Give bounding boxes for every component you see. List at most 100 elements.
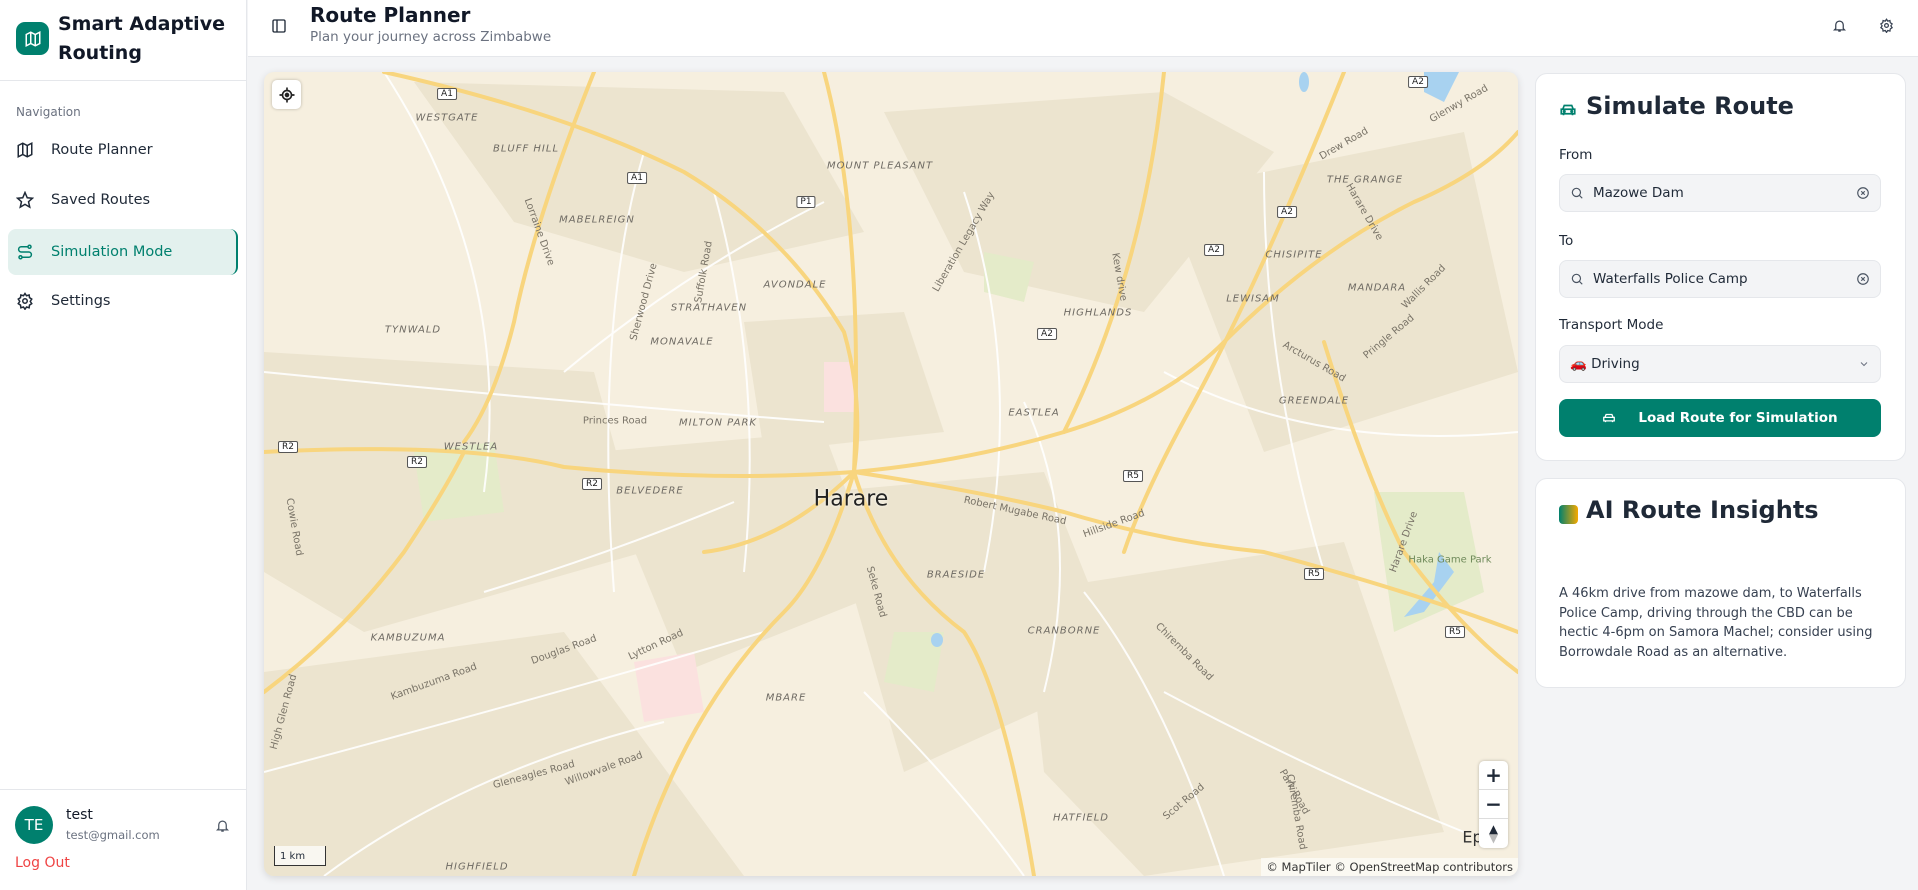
suburb-label: CRANBORNE: [1027, 625, 1101, 637]
suburb-label: AVONDALE: [763, 279, 827, 291]
geolocate-button[interactable]: [272, 80, 301, 109]
bell-icon[interactable]: [1827, 13, 1851, 37]
simulate-route-card: Simulate Route From Mazowe Dam To Waterf…: [1535, 73, 1906, 461]
suburb-label: MBARE: [765, 692, 807, 704]
logo-map-icon: [16, 22, 49, 55]
divider: [0, 789, 246, 790]
user-email: test@gmail.com: [66, 828, 160, 842]
search-icon: [1571, 273, 1583, 285]
suburb-label: BELVEDERE: [616, 485, 684, 497]
notifications-bell-icon[interactable]: [210, 813, 234, 837]
place-label: Haka Game Park: [1408, 554, 1492, 566]
sidebar-item-simulation-mode[interactable]: Simulation Mode: [8, 229, 238, 275]
suburb-label: THE GRANGE: [1326, 174, 1404, 186]
zoom-out-button[interactable]: −: [1479, 790, 1508, 819]
suburb-label: HIGHLANDS: [1063, 307, 1133, 319]
map-icon: [17, 142, 33, 158]
sidebar: Smart Adaptive Routing Navigation Route …: [0, 0, 247, 890]
suburb-label: LEWISAM: [1226, 293, 1280, 305]
car-icon: [1560, 104, 1576, 116]
transport-mode-label: Transport Mode: [1559, 317, 1664, 333]
user-name: test: [66, 807, 93, 823]
suburb-label: KAMBUZUMA: [370, 632, 446, 644]
toggle-sidebar-icon[interactable]: [267, 14, 291, 38]
road-shield: A1: [627, 172, 647, 184]
from-input[interactable]: Mazowe Dam: [1559, 174, 1881, 212]
suburb-label: WESTGATE: [415, 112, 479, 124]
clear-circle-x-icon[interactable]: [1856, 186, 1870, 200]
sidebar-item-label: Settings: [51, 293, 111, 309]
zoom-in-button[interactable]: +: [1479, 761, 1508, 790]
suburb-label: EASTLEA: [1008, 407, 1060, 419]
suburb-label: WESTLEA: [443, 441, 499, 453]
road-shield: P1: [796, 196, 816, 208]
locate-icon: [279, 87, 294, 102]
map[interactable]: WESTGATE BLUFF HILL MOUNT PLEASANT MABELREI…: [264, 72, 1518, 876]
road-shield: A1: [437, 88, 457, 100]
gear-icon: [17, 292, 33, 310]
from-value: Mazowe Dam: [1593, 185, 1684, 201]
avatar[interactable]: TE: [15, 806, 53, 844]
header: Route Planner Plan your journey across Z…: [248, 0, 1918, 57]
suburb-label: CHISIPITE: [1265, 249, 1323, 261]
ai-insights-title: AI Route Insights: [1586, 496, 1819, 524]
search-icon: [1571, 187, 1583, 199]
city-label: Harare: [813, 486, 889, 512]
chevron-down-icon: [1860, 362, 1868, 367]
road-shield: R5: [1445, 626, 1465, 638]
road-shield: A2: [1408, 76, 1428, 88]
road-shield: R2: [407, 456, 427, 468]
suburb-label: BLUFF HILL: [492, 143, 560, 155]
scale-bar: 1 km: [274, 846, 326, 866]
suburb-label: STRATHAVEN: [670, 302, 748, 314]
road-shield: A2: [1037, 328, 1057, 340]
settings-gear-icon[interactable]: [1874, 13, 1898, 37]
map-attribution[interactable]: © MapTiler © OpenStreetMap contributors: [1261, 858, 1518, 876]
app-title: Smart Adaptive Routing: [58, 13, 225, 64]
transport-mode-select[interactable]: 🚗 Driving: [1559, 345, 1881, 383]
simulate-route-title: Simulate Route: [1586, 92, 1794, 120]
map-base-layer: [264, 72, 1518, 876]
suburb-label: MANDARA: [1347, 282, 1407, 294]
suburb-label: MOUNT PLEASANT: [826, 160, 934, 172]
car-icon: [1603, 413, 1616, 423]
suburb-label: MONAVALE: [650, 336, 714, 348]
page-title: Route Planner: [310, 3, 471, 27]
sidebar-item-settings[interactable]: Settings: [8, 279, 238, 323]
road-shield: A2: [1204, 244, 1224, 256]
load-route-label: Load Route for Simulation: [1638, 410, 1838, 426]
sidebar-item-saved-routes[interactable]: Saved Routes: [8, 178, 238, 222]
clear-circle-x-icon[interactable]: [1856, 272, 1870, 286]
ai-insights-card: AI Route Insights A 46km drive from mazo…: [1535, 478, 1906, 688]
star-icon: [16, 191, 34, 209]
zoom-controls: + − ▲ ▼: [1479, 761, 1508, 848]
route-icon: [17, 244, 33, 260]
ai-insight-text: A 46km drive from mazowe dam, to Waterfa…: [1559, 586, 1873, 660]
suburb-label: HIGHFIELD: [445, 861, 509, 873]
ai-gradient-icon: [1559, 505, 1578, 524]
to-input[interactable]: Waterfalls Police Camp: [1559, 260, 1881, 298]
sidebar-item-label: Saved Routes: [51, 192, 151, 208]
road-label: Princes Road: [582, 415, 648, 427]
road-shield: R5: [1304, 568, 1324, 580]
compass-reset-north-icon[interactable]: ▲ ▼: [1479, 819, 1508, 848]
road-shield: A2: [1277, 206, 1297, 218]
suburb-label: GREENDALE: [1278, 395, 1350, 407]
sidebar-item-label: Route Planner: [51, 142, 153, 158]
from-label: From: [1559, 147, 1593, 163]
sidebar-item-route-planner[interactable]: Route Planner: [8, 128, 238, 172]
suburb-label: HATFIELD: [1052, 812, 1110, 824]
load-route-button[interactable]: Load Route for Simulation: [1559, 399, 1881, 437]
suburb-label: MABELREIGN: [559, 214, 635, 226]
transport-mode-value: 🚗 Driving: [1570, 356, 1640, 372]
to-value: Waterfalls Police Camp: [1593, 271, 1748, 287]
suburb-label: TYNWALD: [384, 324, 442, 336]
sidebar-item-label: Simulation Mode: [51, 244, 173, 260]
road-shield: R2: [278, 441, 298, 453]
road-shield: R2: [582, 478, 602, 490]
to-label: To: [1559, 233, 1574, 249]
nav-section-label: Navigation: [16, 105, 81, 119]
suburb-label: BRAESIDE: [926, 569, 986, 581]
road-shield: R5: [1123, 470, 1143, 482]
logout-link[interactable]: Log Out: [15, 855, 70, 871]
